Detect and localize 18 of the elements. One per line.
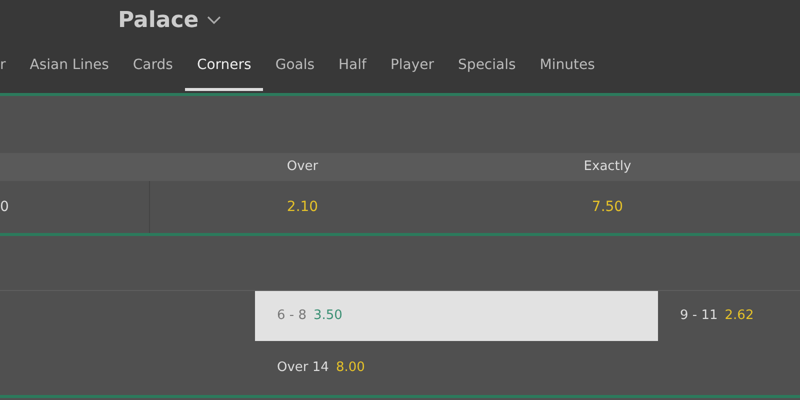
market-tab[interactable]: Specials (446, 44, 528, 91)
market-tab[interactable]: Asian Lines (18, 44, 121, 91)
market-tab[interactable]: Cards (120, 44, 185, 91)
market-tab[interactable]: Player (378, 44, 446, 91)
market-tab[interactable]: Minutes (528, 44, 607, 91)
selection-button[interactable]: 6 - 8 3.50 (255, 291, 658, 341)
market-tab[interactable]: Goals (263, 44, 327, 91)
market-tab[interactable]: r (0, 44, 18, 91)
match-title[interactable]: Palace (118, 8, 199, 33)
odds-button[interactable]: 2.10 (286, 199, 318, 215)
selection-button[interactable]: Over 14 8.00 (255, 341, 387, 395)
selection-button[interactable]: 9 - 11 2.62 (658, 291, 776, 341)
market-tab[interactable]: Half (326, 44, 378, 91)
line-label: 0 (0, 199, 9, 215)
odds-button[interactable]: 7.50 (592, 199, 624, 215)
column-header: Exactly (584, 159, 632, 174)
column-header: Over (286, 159, 318, 174)
chevron-icon[interactable] (206, 16, 221, 26)
